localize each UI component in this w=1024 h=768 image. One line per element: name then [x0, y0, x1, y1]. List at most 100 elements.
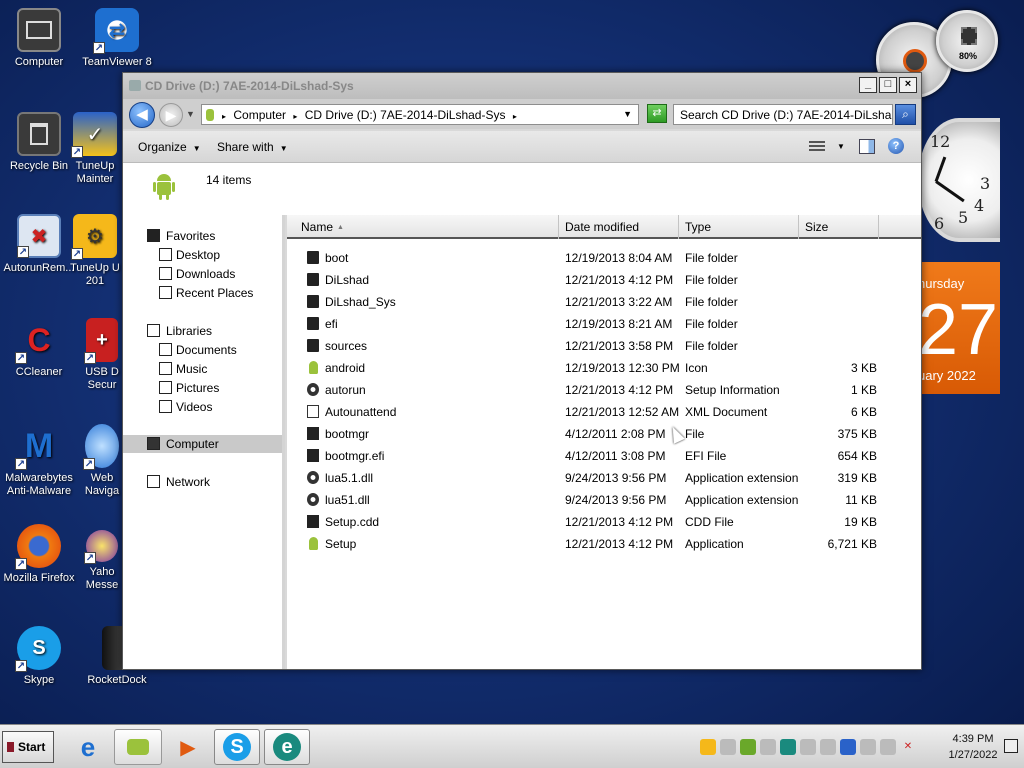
tray-tuneup-icon[interactable]: [700, 739, 716, 755]
desktop-icon-tuneup-maintenance[interactable]: ✓ ↗ TuneUp Mainter: [64, 112, 126, 186]
maximize-button[interactable]: □: [879, 77, 897, 93]
change-view-icon[interactable]: [809, 139, 825, 153]
nav-label: Libraries: [166, 324, 213, 338]
file-row[interactable]: Setup 12/21/2013 4:12 PM Application 6,721 …: [287, 533, 921, 555]
file-row[interactable]: lua51.dll 9/24/2013 9:56 PM Application ex…: [287, 489, 921, 511]
breadcrumb-separator-icon: ▸: [512, 112, 517, 121]
file-icon: [307, 515, 319, 528]
column-size[interactable]: Size: [799, 215, 879, 239]
tray-bluetooth-icon[interactable]: [840, 739, 856, 755]
forward-button[interactable]: ▶: [159, 103, 183, 127]
file-icon: [307, 427, 319, 440]
organize-button[interactable]: Organize ▼: [138, 140, 201, 154]
nav-network[interactable]: Network: [123, 473, 282, 491]
file-row[interactable]: autorun 12/21/2013 4:12 PM Setup Informati…: [287, 379, 921, 401]
taskbar-media-player[interactable]: ▶: [166, 729, 210, 765]
start-button[interactable]: Start: [2, 731, 54, 763]
tray-printer-icon[interactable]: [880, 739, 896, 755]
close-button[interactable]: ×: [899, 77, 917, 93]
nav-recent-places[interactable]: Recent Places: [123, 284, 282, 302]
folder-icon: [307, 339, 319, 352]
desktop-icon-web-navigator[interactable]: ↗ Web Naviga: [78, 424, 126, 498]
breadcrumb-cd-drive[interactable]: CD Drive (D:) 7AE-2014-DiLshad-Sys: [305, 108, 506, 122]
tray-messenger-icon[interactable]: [720, 739, 736, 755]
desktop-icon-malwarebytes[interactable]: M ↗ Malwarebytes Anti-Malware: [0, 424, 78, 498]
memory-meter-gadget[interactable]: 80%: [936, 10, 998, 72]
share-with-button[interactable]: Share with ▼: [217, 140, 288, 154]
taskbar-internet-explorer[interactable]: e: [66, 729, 110, 765]
file-row[interactable]: lua5.1.dll 9/24/2013 9:56 PM Application e…: [287, 467, 921, 489]
desktop-icon-label: Malwarebytes Anti-Malware: [5, 472, 73, 497]
desktop-icon-teamviewer[interactable]: ⇄ ↗ TeamViewer 8: [78, 8, 156, 69]
file-row[interactable]: DiLshad 12/21/2013 4:12 PM File folder: [287, 269, 921, 291]
preview-pane-icon[interactable]: [859, 139, 875, 154]
help-icon[interactable]: ?: [888, 138, 904, 154]
file-row[interactable]: Setup.cdd 12/21/2013 4:12 PM CDD File 19 KB: [287, 511, 921, 533]
explorer-window[interactable]: CD Drive (D:) 7AE-2014-DiLshad-Sys _ □ ×…: [122, 72, 922, 670]
file-date: 12/21/2013 12:52 AM: [565, 405, 680, 419]
search-input[interactable]: Search CD Drive (D:) 7AE-2014-DiLsha...: [673, 104, 893, 125]
nav-favorites[interactable]: Favorites: [123, 227, 282, 245]
desktop-icon-tuneup-utilities[interactable]: ⚙ ↗ TuneUp U 201: [64, 214, 126, 288]
desktop-icon-usb-security[interactable]: + ↗ USB D Secur: [78, 318, 126, 392]
nav-computer[interactable]: Computer: [123, 435, 282, 453]
column-size-label: Size: [805, 220, 829, 234]
nav-music[interactable]: Music: [123, 360, 282, 378]
file-row[interactable]: sources 12/21/2013 3:58 PM File folder: [287, 335, 921, 357]
nav-desktop[interactable]: Desktop: [123, 246, 282, 264]
column-type[interactable]: Type: [679, 215, 799, 239]
address-path[interactable]: ▸ Computer ▸ CD Drive (D:) 7AE-2014-DiLs…: [201, 104, 639, 125]
chevron-down-icon[interactable]: ▼: [623, 109, 632, 119]
breadcrumb-separator-icon: ▸: [293, 112, 298, 121]
column-date-modified[interactable]: Date modified: [559, 215, 679, 239]
desktop-icon-ccleaner[interactable]: C ↗ CCleaner: [0, 318, 78, 379]
eset-icon: e: [273, 733, 301, 761]
nav-videos[interactable]: Videos: [123, 398, 282, 416]
sort-arrow-icon: ▲: [337, 224, 344, 231]
view-options-dropdown[interactable]: ▼: [837, 142, 845, 151]
tray-at-icon[interactable]: [800, 739, 816, 755]
tray-chat-icon[interactable]: [760, 739, 776, 755]
show-desktop-button[interactable]: [1004, 739, 1018, 753]
calendar-gadget[interactable]: hursday 27 uary 2022: [918, 262, 1000, 394]
nav-pictures[interactable]: Pictures: [123, 379, 282, 397]
nav-documents[interactable]: Documents: [123, 341, 282, 359]
title-bar[interactable]: CD Drive (D:) 7AE-2014-DiLshad-Sys _ □ ×: [123, 73, 921, 99]
taskbar-eset[interactable]: e: [264, 729, 310, 765]
taskbar-explorer-window[interactable]: [114, 729, 162, 765]
clock-gadget[interactable]: 12 3 6 5 4: [918, 118, 1000, 242]
chevron-down-icon: ▼: [279, 144, 288, 153]
column-name[interactable]: Name ▲: [295, 215, 559, 239]
refresh-button[interactable]: ⇄: [647, 104, 667, 123]
file-row[interactable]: bootmgr 4/12/2011 2:08 PM File 375 KB: [287, 423, 921, 445]
desktop-icon-skype[interactable]: S ↗ Skype: [0, 626, 78, 687]
file-row[interactable]: Autounattend 12/21/2013 12:52 AM XML Docum…: [287, 401, 921, 423]
back-button[interactable]: ◀: [129, 102, 155, 128]
tray-eset-icon[interactable]: [780, 739, 796, 755]
nav-downloads[interactable]: Downloads: [123, 265, 282, 283]
tray-network-icon[interactable]: [860, 739, 876, 755]
tray-volume-muted-icon[interactable]: ✕: [900, 739, 916, 755]
file-row[interactable]: boot 12/19/2013 8:04 AM File folder: [287, 247, 921, 269]
desktop-icon-computer[interactable]: Computer: [0, 8, 78, 69]
taskbar-clock[interactable]: 4:39 PM 1/27/2022: [944, 731, 1002, 763]
file-row[interactable]: DiLshad_Sys 12/21/2013 3:22 AM File folder: [287, 291, 921, 313]
file-row[interactable]: bootmgr.efi 4/12/2011 3:08 PM EFI File 654 …: [287, 445, 921, 467]
tray-display-icon[interactable]: [820, 739, 836, 755]
file-type: Application: [685, 537, 744, 551]
search-icon[interactable]: ⌕: [895, 104, 916, 125]
file-row[interactable]: android 12/19/2013 12:30 PM Icon 3 KB: [287, 357, 921, 379]
desktop-icon-firefox[interactable]: ↗ Mozilla Firefox: [0, 524, 78, 585]
breadcrumb-computer[interactable]: Computer: [233, 108, 286, 122]
file-date: 9/24/2013 9:56 PM: [565, 471, 667, 485]
file-type: XML Document: [685, 405, 768, 419]
minimize-button[interactable]: _: [859, 77, 877, 93]
clock-hand-icon: [934, 156, 947, 183]
taskbar-skype[interactable]: S: [214, 729, 260, 765]
nav-libraries[interactable]: Libraries: [123, 322, 282, 340]
desktop-icon-yahoo-messenger[interactable]: ↗ Yaho Messe: [78, 530, 126, 592]
tray-torrent-icon[interactable]: [740, 739, 756, 755]
clock-number-5: 5: [958, 208, 969, 227]
recent-pages-dropdown[interactable]: ▼: [186, 109, 195, 119]
file-row[interactable]: efi 12/19/2013 8:21 AM File folder: [287, 313, 921, 335]
